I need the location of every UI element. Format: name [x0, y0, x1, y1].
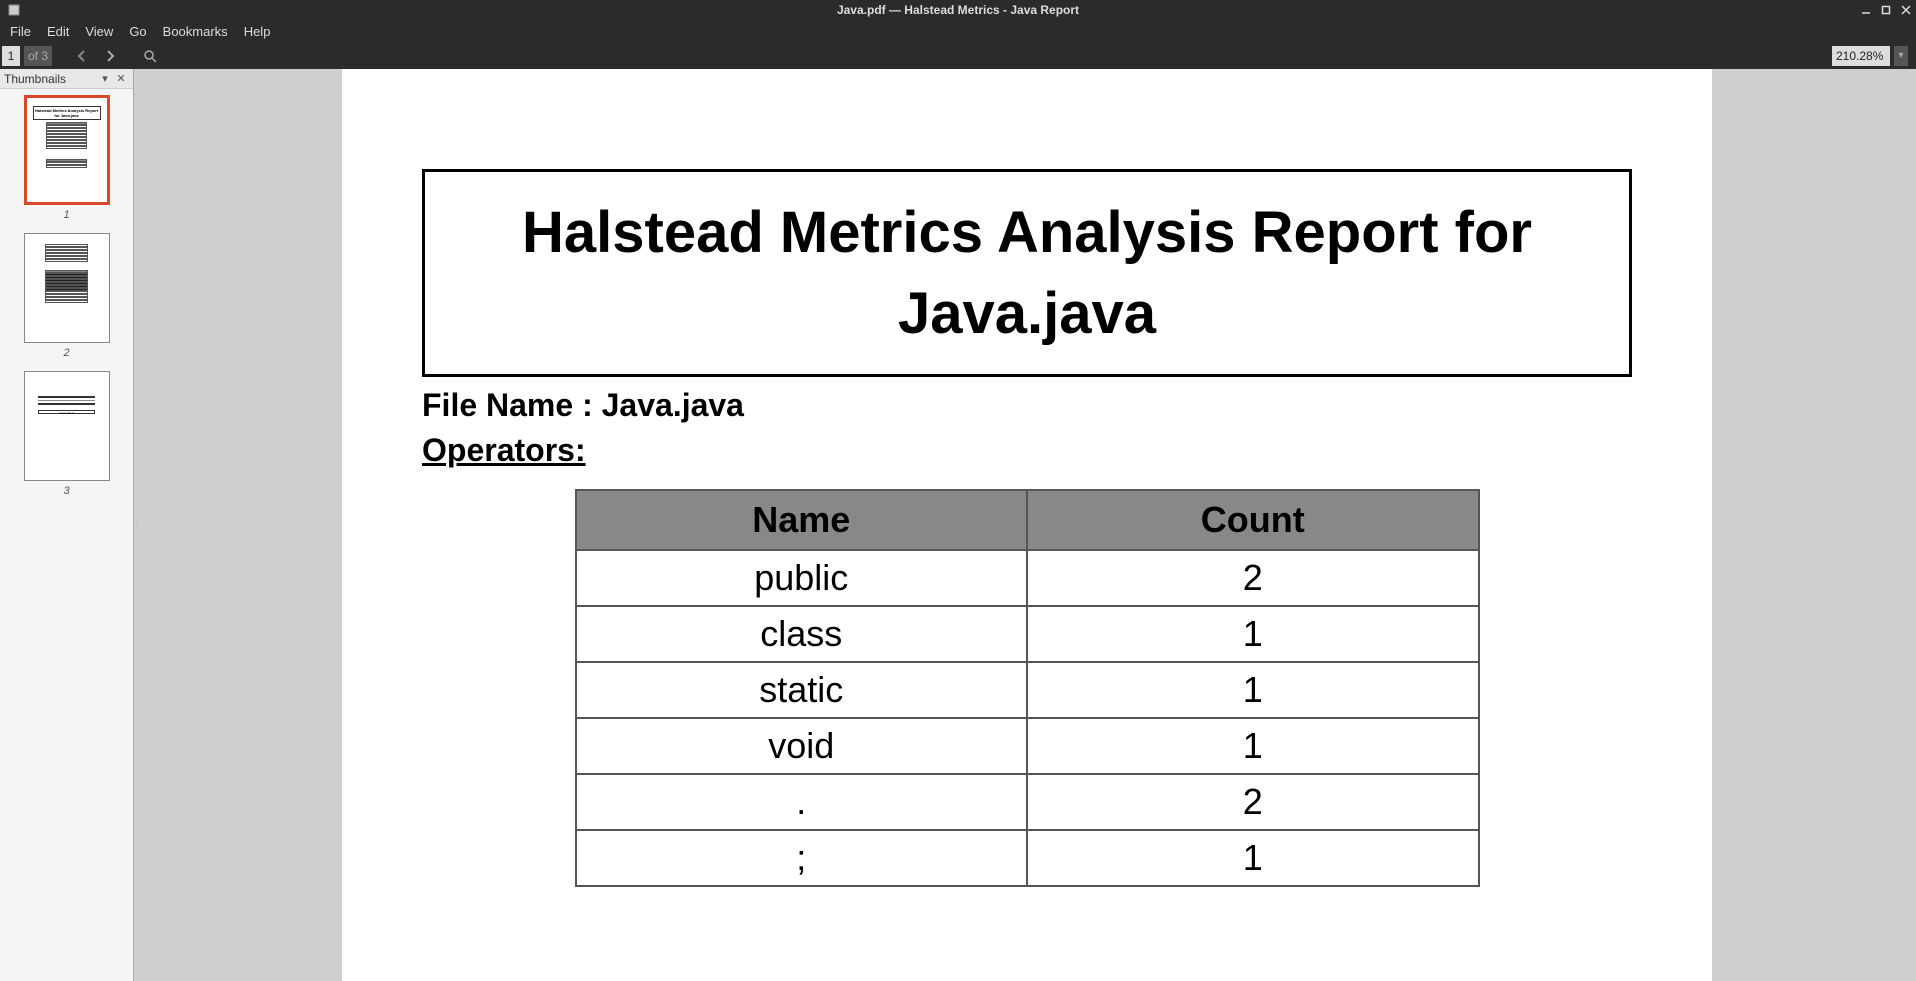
table-header-row: Name Count	[576, 490, 1479, 550]
menu-help[interactable]: Help	[236, 22, 279, 41]
operators-table: Name Count public 2 class 1 static	[575, 489, 1480, 887]
thumbnail-page-3[interactable]: Generated	[24, 371, 110, 481]
thumbnails-sidebar: Thumbnails ▾ ✕ Halstead Metrics Analysis…	[0, 69, 134, 981]
pdf-page-1: Halstead Metrics Analysis Report for Jav…	[342, 69, 1712, 981]
cell-count: 1	[1027, 606, 1479, 662]
thumbnails-list[interactable]: Halstead Metrics Analysis Report for Jav…	[0, 89, 133, 981]
cell-name: class	[576, 606, 1028, 662]
thumbnail-2-container: 2	[0, 233, 133, 359]
table-row: public 2	[576, 550, 1479, 606]
table-row: static 1	[576, 662, 1479, 718]
cell-count: 1	[1027, 718, 1479, 774]
table-row: void 1	[576, 718, 1479, 774]
table-row: . 2	[576, 774, 1479, 830]
thumbnail-2-label: 2	[63, 347, 69, 359]
zoom-dropdown-icon[interactable]: ▾	[1894, 46, 1908, 66]
report-title: Halstead Metrics Analysis Report for Jav…	[465, 192, 1589, 354]
app-icon	[4, 0, 24, 20]
prev-page-button[interactable]	[70, 44, 94, 68]
thumbnail-page-1[interactable]: Halstead Metrics Analysis Report for Jav…	[24, 95, 110, 205]
sidebar-close-icon[interactable]: ✕	[113, 71, 129, 87]
menu-bookmarks[interactable]: Bookmarks	[155, 22, 236, 41]
cell-count: 2	[1027, 774, 1479, 830]
sidebar-title: Thumbnails	[4, 72, 97, 86]
thumbnail-1-label: 1	[63, 209, 69, 221]
maximize-button[interactable]	[1876, 0, 1896, 20]
col-header-count: Count	[1027, 490, 1479, 550]
table-row: class 1	[576, 606, 1479, 662]
document-viewport[interactable]: Halstead Metrics Analysis Report for Jav…	[138, 69, 1916, 981]
thumbnail-page-2[interactable]	[24, 233, 110, 343]
menu-file[interactable]: File	[2, 22, 39, 41]
zoom-input[interactable]: 210.28%	[1832, 46, 1890, 66]
table-row: ; 1	[576, 830, 1479, 886]
cell-name: ;	[576, 830, 1028, 886]
window-controls	[1856, 0, 1916, 20]
main-area: Thumbnails ▾ ✕ Halstead Metrics Analysis…	[0, 69, 1916, 981]
sidebar-header: Thumbnails ▾ ✕	[0, 69, 133, 89]
window-title: Java.pdf — Halstead Metrics - Java Repor…	[837, 3, 1079, 17]
next-page-button[interactable]	[98, 44, 122, 68]
sidebar-dropdown-icon[interactable]: ▾	[97, 71, 113, 87]
close-button[interactable]	[1896, 0, 1916, 20]
cell-count: 2	[1027, 550, 1479, 606]
page-number-input[interactable]	[2, 46, 20, 66]
file-name-label: File Name : Java.java	[422, 387, 1632, 424]
menu-edit[interactable]: Edit	[39, 22, 77, 41]
window-titlebar: Java.pdf — Halstead Metrics - Java Repor…	[0, 0, 1916, 20]
cell-name: void	[576, 718, 1028, 774]
thumbnail-3-label: 3	[63, 485, 69, 497]
cell-name: public	[576, 550, 1028, 606]
thumbnail-3-container: Generated 3	[0, 371, 133, 497]
menu-go[interactable]: Go	[121, 22, 154, 41]
cell-name: static	[576, 662, 1028, 718]
menubar: File Edit View Go Bookmarks Help	[0, 20, 1916, 42]
menu-view[interactable]: View	[77, 22, 121, 41]
col-header-name: Name	[576, 490, 1028, 550]
search-button[interactable]	[138, 44, 162, 68]
toolbar: of 3 210.28% ▾	[0, 42, 1916, 69]
operators-heading: Operators:	[422, 432, 1632, 469]
page-total-label: of 3	[24, 46, 52, 66]
minimize-button[interactable]	[1856, 0, 1876, 20]
report-title-box: Halstead Metrics Analysis Report for Jav…	[422, 169, 1632, 377]
thumbnail-1-container: Halstead Metrics Analysis Report for Jav…	[0, 95, 133, 221]
cell-count: 1	[1027, 662, 1479, 718]
cell-count: 1	[1027, 830, 1479, 886]
cell-name: .	[576, 774, 1028, 830]
